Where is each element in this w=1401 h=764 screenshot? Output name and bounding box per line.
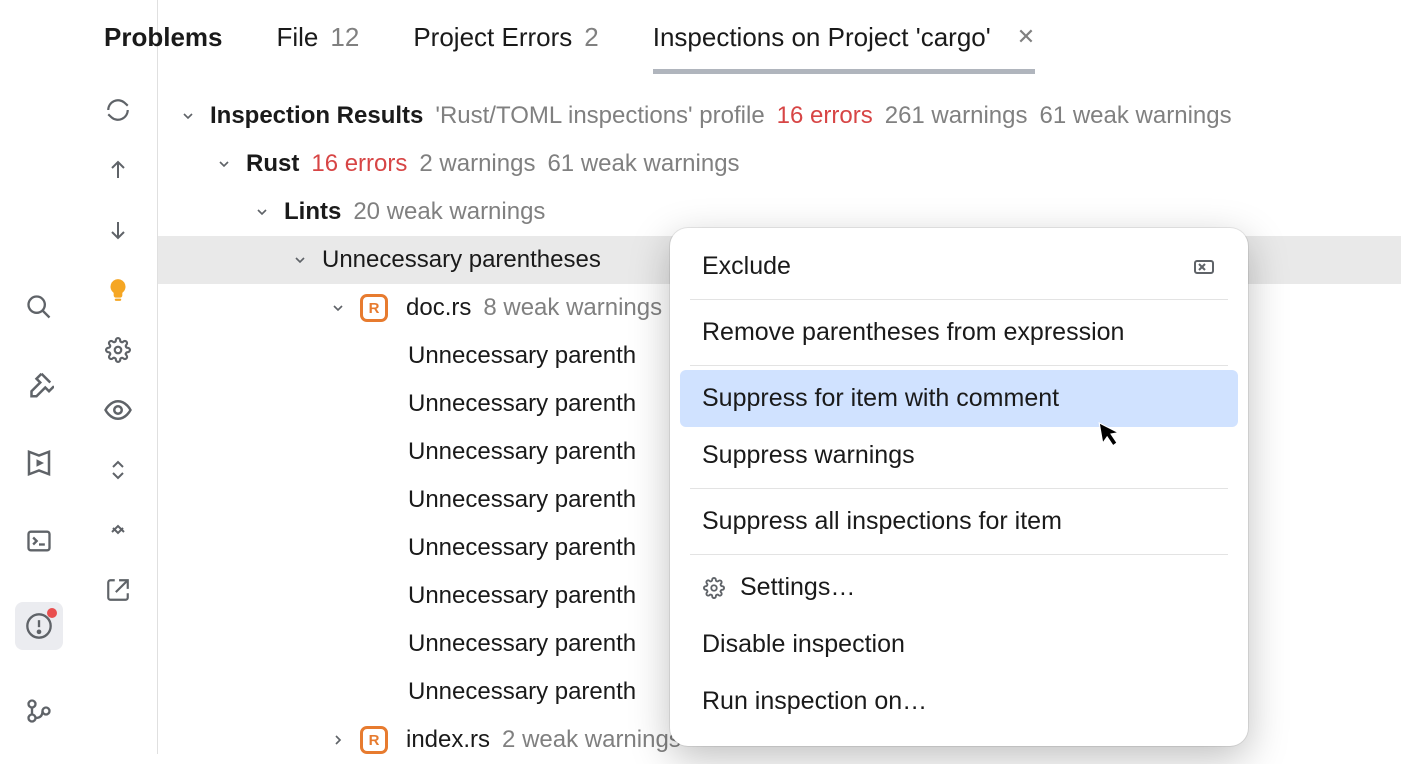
collapse-all-icon[interactable] [98,510,138,550]
build-icon[interactable] [22,368,56,402]
menu-label: Exclude [702,252,791,281]
rust-file-icon: R [360,294,388,322]
menu-run-inspection[interactable]: Run inspection on… [680,673,1238,730]
item-label: Unnecessary parenth [408,342,636,370]
menu-label: Run inspection on… [702,687,927,716]
tab-label: Problems [104,22,223,53]
menu-label: Suppress all inspections for item [702,507,1062,536]
tab-label: Project Errors [413,22,572,53]
gear-icon [702,577,726,599]
menu-separator [690,488,1228,489]
file-weak: 8 weak warnings [483,294,662,322]
menu-label: Remove parentheses from expression [702,318,1124,347]
problems-tabs: Problems File 12 Project Errors 2 Inspec… [78,0,1401,74]
rust-weak: 61 weak warnings [547,150,739,178]
item-label: Unnecessary parenth [408,678,636,706]
tab-problems[interactable]: Problems [104,0,223,74]
menu-suppress-warnings[interactable]: Suppress warnings [680,427,1238,484]
item-label: Unnecessary parenth [408,630,636,658]
menu-separator [690,299,1228,300]
results-errors: 16 errors [777,102,873,130]
menu-disable-inspection[interactable]: Disable inspection [680,616,1238,673]
tree-row-results[interactable]: Inspection Results 'Rust/TOML inspection… [178,92,1401,140]
chevron-down-icon[interactable] [328,298,348,318]
menu-separator [690,365,1228,366]
problems-icon[interactable] [15,602,63,650]
unnecessary-label: Unnecessary parentheses [322,246,601,274]
file-weak: 2 weak warnings [502,726,681,754]
rust-errors: 16 errors [311,150,407,178]
menu-suppress-item[interactable]: Suppress for item with comment [680,370,1238,427]
rust-warnings: 2 warnings [419,150,535,178]
item-label: Unnecessary parenth [408,390,636,418]
bulb-icon[interactable] [98,270,138,310]
gear-icon[interactable] [98,330,138,370]
rust-file-icon: R [360,726,388,754]
menu-label: Suppress warnings [702,441,915,470]
exclude-icon [1192,255,1216,279]
tab-count: 12 [330,22,359,53]
tab-count: 2 [584,22,598,53]
lints-label: Lints [284,198,341,226]
chevron-down-icon[interactable] [214,154,234,174]
menu-separator [690,554,1228,555]
item-label: Unnecessary parenth [408,438,636,466]
chevron-right-icon[interactable] [328,730,348,750]
tab-file[interactable]: File 12 [277,0,360,74]
chevron-down-icon[interactable] [178,106,198,126]
menu-label: Settings… [740,573,855,602]
results-title: Inspection Results [210,102,423,130]
file-name: index.rs [406,726,490,754]
search-icon[interactable] [22,290,56,324]
menu-label: Disable inspection [702,630,905,659]
results-profile: 'Rust/TOML inspections' profile [435,102,764,130]
item-label: Unnecessary parenth [408,486,636,514]
preview-icon[interactable] [98,390,138,430]
item-label: Unnecessary parenth [408,534,636,562]
tab-inspections[interactable]: Inspections on Project 'cargo' ✕ [653,0,1035,74]
menu-exclude[interactable]: Exclude [680,238,1238,295]
tab-project-errors[interactable]: Project Errors 2 [413,0,598,74]
refresh-icon[interactable] [98,90,138,130]
tab-label: Inspections on Project 'cargo' [653,22,991,53]
menu-remove-parentheses[interactable]: Remove parentheses from expression [680,304,1238,361]
results-warnings: 261 warnings [885,102,1028,130]
tree-row-rust[interactable]: Rust 16 errors 2 warnings 61 weak warnin… [178,140,1401,188]
context-menu: Exclude Remove parentheses from expressi… [670,228,1248,746]
lints-weak: 20 weak warnings [353,198,545,226]
terminal-icon[interactable] [22,524,56,558]
chevron-down-icon[interactable] [290,250,310,270]
results-weak: 61 weak warnings [1039,102,1231,130]
rust-label: Rust [246,150,299,178]
activity-bar [0,0,78,754]
vcs-icon[interactable] [22,694,56,728]
import-down-icon[interactable] [98,210,138,250]
item-label: Unnecessary parenth [408,582,636,610]
tab-label: File [277,22,319,53]
file-name: doc.rs [406,294,471,322]
close-icon[interactable]: ✕ [1017,24,1035,50]
menu-suppress-all[interactable]: Suppress all inspections for item [680,493,1238,550]
menu-label: Suppress for item with comment [702,384,1059,413]
open-external-icon[interactable] [98,570,138,610]
menu-settings[interactable]: Settings… [680,559,1238,616]
run-icon[interactable] [22,446,56,480]
export-up-icon[interactable] [98,150,138,190]
chevron-down-icon[interactable] [252,202,272,222]
inspection-toolbar [78,0,158,754]
expand-collapse-icon[interactable] [98,450,138,490]
